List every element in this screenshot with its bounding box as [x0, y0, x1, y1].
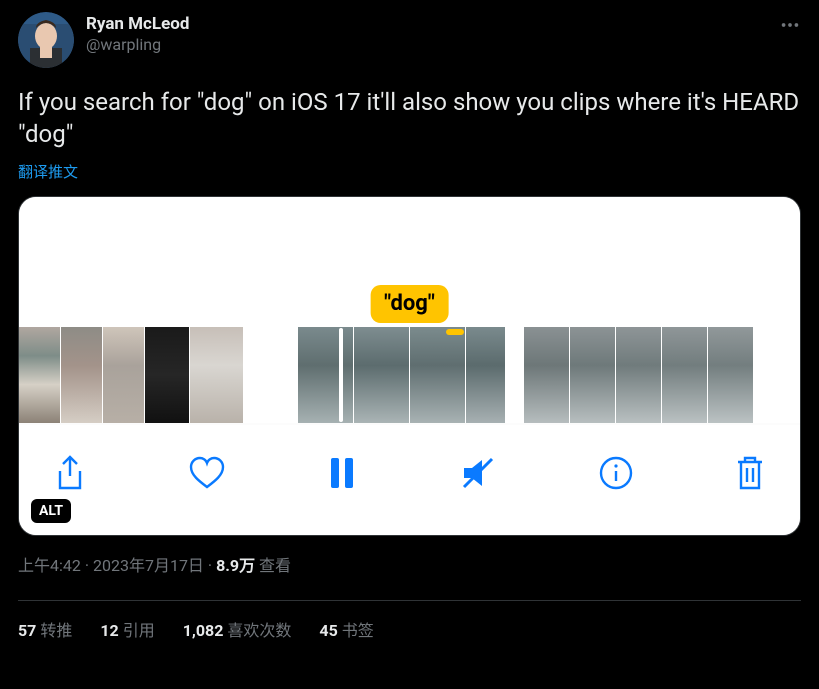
- search-caption-bubble: "dog": [370, 285, 449, 323]
- thumbnail: [616, 327, 662, 423]
- thumbnail: [19, 327, 61, 423]
- more-icon: [779, 14, 801, 36]
- tweet-time[interactable]: 上午4:42: [18, 556, 81, 575]
- thumbnail: [61, 327, 103, 423]
- media-attachment[interactable]: "dog": [18, 196, 801, 536]
- speaker-muted-icon: [458, 455, 498, 491]
- media-top-area: "dog": [19, 197, 800, 327]
- bookmarks-stat[interactable]: 45书签: [319, 617, 373, 641]
- views-count: 8.9万: [216, 556, 255, 575]
- thumbnail: [298, 327, 354, 423]
- divider: [18, 600, 801, 601]
- quotes-stat[interactable]: 12引用: [100, 617, 154, 641]
- caption-marker: [446, 329, 464, 335]
- pause-button[interactable]: [327, 456, 357, 490]
- tweet-meta: 上午4:42 · 2023年7月17日 · 8.9万 查看: [18, 552, 801, 576]
- translate-link[interactable]: 翻译推文: [18, 161, 801, 182]
- thumbnail: [466, 327, 506, 423]
- thumbnail: [662, 327, 708, 423]
- thumbnail: [103, 327, 145, 423]
- thumbnail: [190, 327, 244, 423]
- tweet-text: If you search for "dog" on iOS 17 it'll …: [18, 86, 801, 151]
- thumbnail: [354, 327, 410, 423]
- tweet-stats: 57转推 12引用 1,082喜欢次数 45书签: [0, 617, 819, 641]
- thumbnail: [708, 327, 754, 423]
- like-button[interactable]: [187, 455, 227, 491]
- tweet-date[interactable]: 2023年7月17日: [93, 556, 204, 575]
- info-button[interactable]: [598, 455, 634, 491]
- more-button[interactable]: [779, 14, 801, 36]
- pause-icon: [327, 456, 357, 490]
- thumbnail: [570, 327, 616, 423]
- media-toolbar: [19, 425, 800, 535]
- heart-icon: [187, 455, 227, 491]
- tweet-container: Ryan McLeod @warpling If you search for …: [0, 0, 819, 584]
- mute-button[interactable]: [458, 455, 498, 491]
- share-button[interactable]: [53, 454, 87, 492]
- gap: [506, 327, 524, 423]
- trash-icon: [734, 454, 766, 492]
- delete-button[interactable]: [734, 454, 766, 492]
- thumbnail: [145, 327, 190, 423]
- avatar[interactable]: [18, 12, 74, 68]
- timeline-strip: [19, 327, 800, 423]
- retweets-stat[interactable]: 57转推: [18, 617, 72, 641]
- info-icon: [598, 455, 634, 491]
- thumbnail: [410, 327, 466, 423]
- gap: [244, 327, 298, 423]
- likes-stat[interactable]: 1,082喜欢次数: [183, 617, 292, 641]
- thumbnail: [524, 327, 570, 423]
- handle[interactable]: @warpling: [86, 35, 189, 54]
- tweet-header: Ryan McLeod @warpling: [18, 12, 801, 68]
- share-icon: [53, 454, 87, 492]
- display-name[interactable]: Ryan McLeod: [86, 14, 189, 34]
- playhead: [339, 328, 343, 422]
- alt-badge[interactable]: ALT: [31, 499, 71, 523]
- views-label: 查看: [255, 556, 291, 575]
